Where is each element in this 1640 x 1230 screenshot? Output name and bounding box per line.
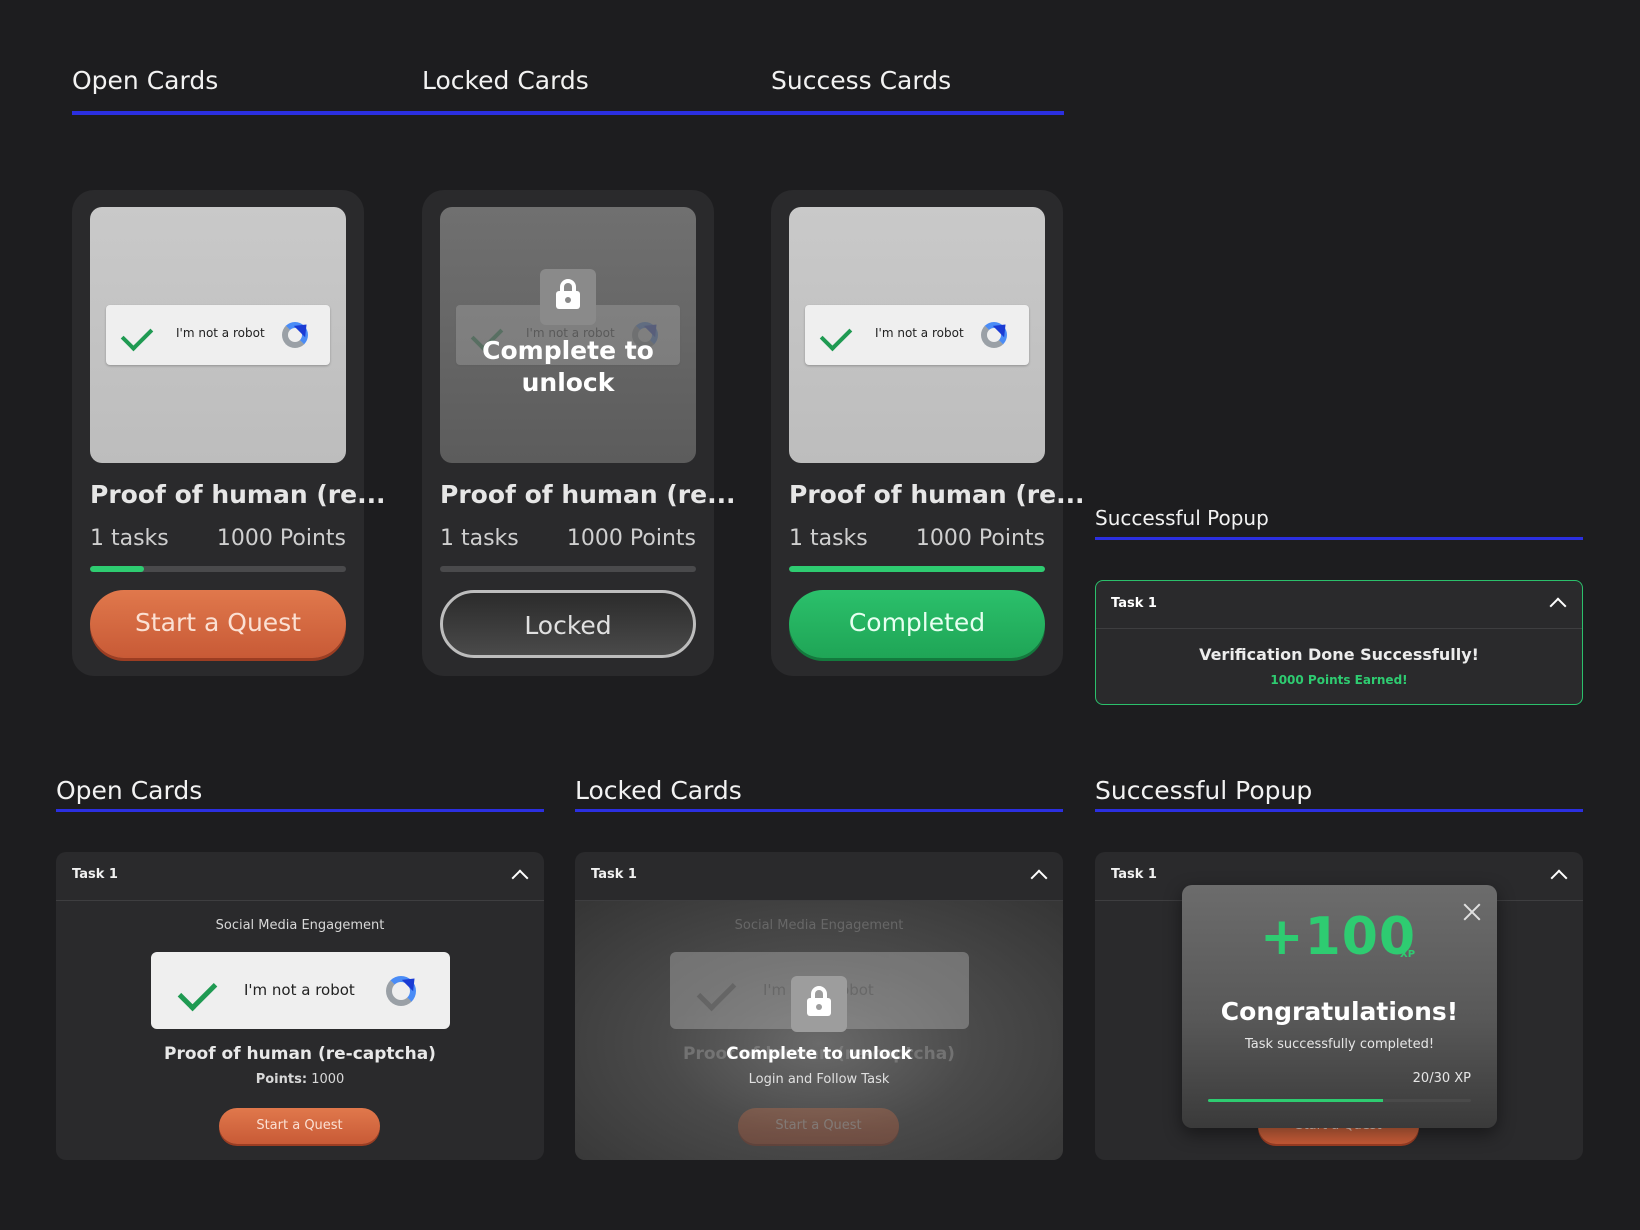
captcha-label: I'm not a robot bbox=[176, 326, 265, 340]
task-category: Social Media Engagement bbox=[734, 918, 904, 933]
quest-card-locked: I'm not a robot Complete to unlock Proof… bbox=[422, 190, 736, 676]
quest-progress-bar bbox=[90, 566, 346, 572]
lock-icon bbox=[540, 269, 596, 325]
close-icon[interactable] bbox=[1463, 903, 1481, 921]
quest-title: Proof of human (re... bbox=[440, 480, 736, 509]
section-title-open-cards: Open Cards bbox=[56, 776, 203, 805]
completed-button[interactable]: Completed bbox=[789, 590, 1045, 658]
unlock-overlay-text: Complete to unlock bbox=[482, 336, 654, 397]
captcha-widget[interactable]: I'm not a robot bbox=[151, 952, 450, 1029]
tab-open-cards[interactable]: Open Cards bbox=[72, 66, 218, 95]
checkmark-icon bbox=[120, 318, 154, 352]
section-underline bbox=[575, 809, 1063, 812]
section-underline bbox=[56, 809, 544, 812]
task-category: Social Media Engagement bbox=[215, 918, 385, 933]
recaptcha-icon bbox=[981, 322, 1007, 348]
quest-points: 1000 Points bbox=[216, 526, 346, 551]
task-title: Proof of human (re-captcha) bbox=[164, 1044, 436, 1064]
quest-thumbnail: I'm not a robot bbox=[789, 207, 1045, 463]
recaptcha-icon bbox=[386, 976, 416, 1006]
checkmark-icon bbox=[177, 971, 218, 1012]
section-title-successful-popup: Successful Popup bbox=[1095, 506, 1269, 530]
task-name: Task 1 bbox=[72, 867, 118, 882]
quest-progress-bar bbox=[789, 566, 1045, 572]
points-value: 1000 bbox=[311, 1072, 345, 1087]
xp-progress-text: 20/30 XP bbox=[1412, 1071, 1471, 1086]
chevron-up-icon[interactable] bbox=[1549, 597, 1567, 615]
panel-header[interactable]: Task 1 bbox=[575, 852, 1063, 901]
quest-card-open[interactable]: I'm not a robot Proof of human (re... 1 … bbox=[72, 190, 386, 676]
start-quest-button[interactable]: Start a Quest bbox=[90, 590, 346, 658]
task-name: Task 1 bbox=[591, 867, 637, 882]
quest-thumbnail: I'm not a robot Complete to unlock bbox=[440, 207, 696, 463]
points-label: Points: bbox=[255, 1072, 308, 1087]
chevron-up-icon[interactable] bbox=[1550, 869, 1568, 887]
task-panel-locked: Task 1 Social Media Engagement I'm not a… bbox=[575, 852, 1063, 1160]
xp-unit: XP bbox=[1400, 949, 1416, 960]
verification-message: Verification Done Successfully! bbox=[1199, 645, 1479, 664]
xp-progress-bar bbox=[1208, 1099, 1471, 1102]
chevron-up-icon[interactable] bbox=[511, 869, 529, 887]
start-quest-button: Start a Quest bbox=[738, 1108, 899, 1144]
tab-success-cards[interactable]: Success Cards bbox=[771, 66, 951, 95]
quest-thumbnail: I'm not a robot bbox=[90, 207, 346, 463]
task-panel-open: Task 1 Social Media Engagement I'm not a… bbox=[56, 852, 544, 1160]
start-quest-button[interactable]: Start a Quest bbox=[219, 1108, 380, 1144]
unlock-overlay-title: Complete to unlock bbox=[726, 1044, 912, 1064]
quest-points: 1000 Points bbox=[566, 526, 696, 551]
task-name: Task 1 bbox=[1111, 867, 1157, 882]
popup-task-name: Task 1 bbox=[1111, 596, 1157, 611]
quest-points: 1000 Points bbox=[915, 526, 1045, 551]
captcha-label: I'm not a robot bbox=[875, 326, 964, 340]
chevron-up-icon[interactable] bbox=[1030, 869, 1048, 887]
tab-locked-cards[interactable]: Locked Cards bbox=[422, 66, 589, 95]
section-title-successful-popup: Successful Popup bbox=[1095, 776, 1313, 805]
lock-icon bbox=[791, 976, 847, 1032]
recaptcha-icon bbox=[282, 322, 308, 348]
checkmark-icon bbox=[696, 971, 737, 1012]
congratulations-headline: Congratulations! bbox=[1220, 997, 1459, 1026]
success-subtitle: Task successfully completed! bbox=[1244, 1037, 1435, 1052]
captcha-widget: I'm not a robot bbox=[805, 305, 1029, 365]
xp-amount: +100 bbox=[1260, 907, 1417, 967]
points-earned: 1000 Points Earned! bbox=[1270, 673, 1408, 687]
popup-header: Task 1 bbox=[1096, 581, 1582, 629]
quest-title: Proof of human (re... bbox=[90, 480, 386, 509]
quest-tasks-count: 1 tasks bbox=[440, 526, 519, 551]
quest-title: Proof of human (re... bbox=[789, 480, 1085, 509]
quest-card-success[interactable]: I'm not a robot Proof of human (re... 1 … bbox=[771, 190, 1085, 676]
section-underline bbox=[1095, 809, 1583, 812]
unlock-overlay-subtitle: Login and Follow Task bbox=[748, 1072, 890, 1087]
congratulations-modal: +100 XP Congratulations! Task successful… bbox=[1182, 885, 1497, 1128]
captcha-label: I'm not a robot bbox=[244, 981, 355, 999]
section-title-locked-cards: Locked Cards bbox=[575, 776, 742, 805]
quest-tasks-count: 1 tasks bbox=[789, 526, 868, 551]
captcha-widget: I'm not a robot bbox=[106, 305, 330, 365]
tabs-underline bbox=[72, 111, 1064, 115]
quest-progress-bar bbox=[440, 566, 696, 572]
checkmark-icon bbox=[819, 318, 853, 352]
locked-button: Locked bbox=[440, 590, 696, 658]
section-underline bbox=[1095, 537, 1583, 540]
verification-success-popup: Task 1 Verification Done Successfully! 1… bbox=[1095, 580, 1583, 705]
task-points: Points: 1000 bbox=[56, 1072, 544, 1087]
quest-tasks-count: 1 tasks bbox=[90, 526, 169, 551]
panel-header[interactable]: Task 1 bbox=[56, 852, 544, 901]
